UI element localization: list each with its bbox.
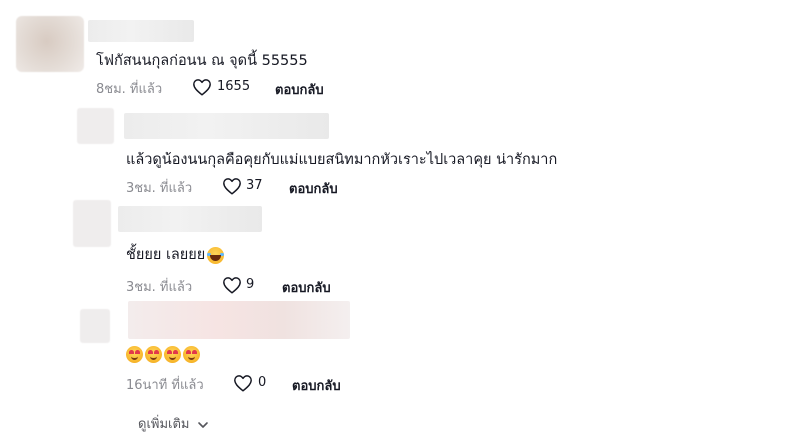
heart-outline-icon — [234, 375, 252, 392]
reply-avatar[interactable] — [73, 200, 111, 247]
reply-name-blurred[interactable] — [128, 301, 350, 339]
reply-name-blurred[interactable] — [118, 206, 262, 232]
commenter-avatar[interactable] — [16, 16, 84, 72]
smiling-face-with-heart-eyes-icon — [164, 346, 181, 363]
see-more-label: ดูเพิ่มเติม — [138, 417, 190, 432]
chevron-down-icon — [197, 421, 208, 428]
reply-avatar[interactable] — [77, 108, 114, 144]
face-with-tears-of-joy-icon — [207, 246, 225, 264]
reply-timestamp: 3ชม. ที่แล้ว — [126, 280, 193, 295]
smiling-face-with-heart-eyes-icon — [183, 346, 200, 363]
heart-outline-icon — [223, 178, 241, 195]
comment-timestamp: 8ชม. ที่แล้ว — [96, 82, 163, 97]
smiling-face-with-heart-eyes-icon — [145, 346, 162, 363]
reply-text-line: ชั้ยยย เลยยย — [126, 243, 225, 266]
reply-button[interactable]: ตอบกลับ — [292, 375, 341, 396]
heart-outline-icon — [223, 277, 241, 294]
like-button[interactable] — [222, 276, 242, 294]
reply-avatar[interactable] — [80, 309, 110, 343]
reply-button[interactable]: ตอบกลับ — [275, 79, 324, 100]
reply-timestamp: 3ชม. ที่แล้ว — [126, 181, 193, 196]
heart-outline-icon — [193, 79, 211, 96]
like-button[interactable] — [222, 177, 242, 195]
see-more-button[interactable]: ดูเพิ่มเติม — [138, 413, 209, 434]
reply-button[interactable]: ตอบกลับ — [289, 178, 338, 199]
reply-emoji-row — [126, 344, 202, 363]
reply-name-blurred[interactable] — [124, 113, 329, 139]
reply-text: ชั้ยยย เลยยย — [126, 247, 206, 263]
like-button[interactable] — [233, 374, 253, 392]
like-button[interactable] — [192, 78, 212, 96]
comment-text: โฟกัสนนกุลก่อนน ณ จุดนี้ 55555 — [96, 53, 308, 69]
like-count: 9 — [246, 277, 255, 292]
reply-text: แล้วดูน้องนนกุลคือคุยกับแม่แบยสนิทมากหัว… — [126, 152, 558, 168]
reply-timestamp: 16นาที ที่แล้ว — [126, 378, 204, 393]
reply-button[interactable]: ตอบกลับ — [282, 277, 331, 298]
like-count: 0 — [258, 375, 267, 390]
commenter-name-blurred[interactable] — [88, 20, 194, 42]
smiling-face-with-heart-eyes-icon — [126, 346, 143, 363]
like-count: 37 — [246, 178, 263, 193]
like-count: 1655 — [217, 79, 251, 94]
